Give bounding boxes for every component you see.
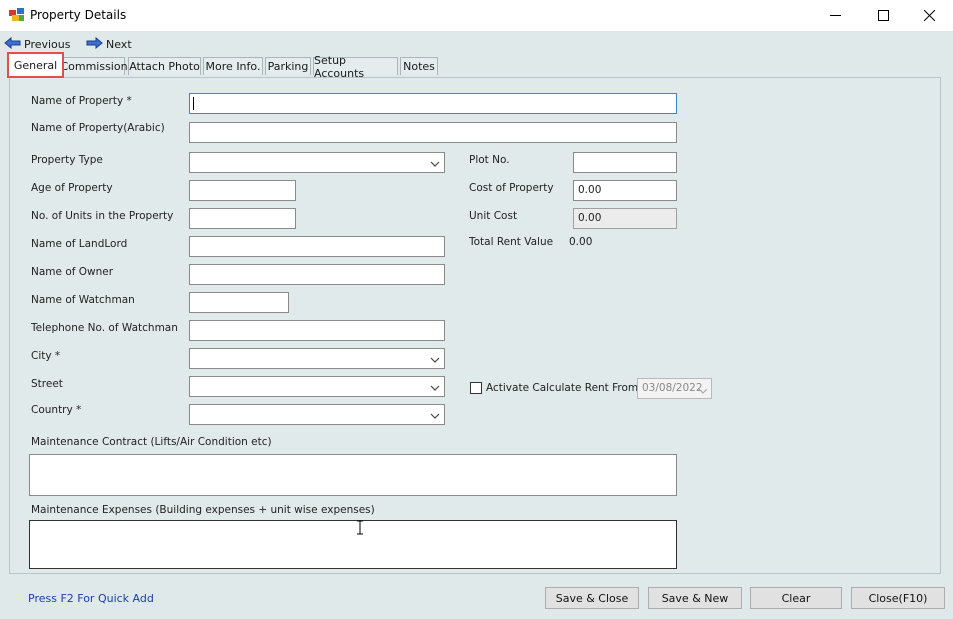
- activate-date-picker[interactable]: 03/08/2022: [637, 378, 712, 399]
- activate-date-value: 03/08/2022: [642, 382, 703, 394]
- age-of-property-input[interactable]: [189, 180, 296, 201]
- chevron-down-icon: [430, 354, 440, 363]
- name-of-watchman-input[interactable]: [189, 292, 289, 313]
- cost-of-property-input[interactable]: 0.00: [573, 180, 677, 201]
- plot-no-input[interactable]: [573, 152, 677, 173]
- next-label: Next: [106, 37, 132, 51]
- next-arrow-icon: [86, 36, 103, 52]
- street-select[interactable]: [189, 376, 445, 397]
- maintenance-expenses-textarea[interactable]: [29, 520, 677, 569]
- save-close-button[interactable]: Save & Close: [545, 587, 639, 609]
- label-no-of-units: No. of Units in the Property: [31, 210, 174, 222]
- telephone-watchman-input[interactable]: [189, 320, 445, 341]
- maintenance-contract-textarea[interactable]: [29, 454, 677, 496]
- label-age-of-property: Age of Property: [31, 182, 113, 194]
- chevron-down-icon: [430, 382, 440, 391]
- name-of-landlord-input[interactable]: [189, 236, 445, 257]
- tab-attach-photo[interactable]: Attach Photo: [128, 57, 201, 75]
- app-icon: [9, 8, 25, 22]
- window-title: Property Details: [30, 8, 127, 22]
- chevron-down-icon: [430, 158, 440, 167]
- text-cursor-icon: [356, 520, 364, 538]
- label-total-rent-value: Total Rent Value: [469, 236, 554, 248]
- previous-arrow-icon: [4, 36, 21, 52]
- label-name-of-landlord: Name of LandLord: [31, 238, 128, 250]
- label-telephone-watchman: Telephone No. of Watchman: [31, 322, 178, 334]
- chevron-down-icon: [698, 385, 708, 398]
- activate-calc-rent-checkbox[interactable]: [470, 382, 482, 394]
- no-of-units-input[interactable]: [189, 208, 296, 229]
- tab-general[interactable]: General: [7, 52, 64, 78]
- label-name-of-property: Name of Property *: [31, 95, 132, 107]
- unit-cost-input: 0.00: [573, 208, 677, 229]
- chevron-down-icon: [430, 410, 440, 419]
- name-of-owner-input[interactable]: [189, 264, 445, 285]
- label-activate-calc-rent: Activate Calculate Rent From: [486, 382, 639, 394]
- label-street: Street: [31, 378, 63, 390]
- label-plot-no: Plot No.: [469, 154, 510, 166]
- city-select[interactable]: [189, 348, 445, 369]
- save-new-button[interactable]: Save & New: [648, 587, 742, 609]
- unit-cost-value: 0.00: [578, 212, 602, 224]
- name-of-property-arabic-input[interactable]: [189, 122, 677, 143]
- text-caret: [193, 97, 194, 110]
- name-of-property-input[interactable]: [189, 93, 677, 114]
- label-maintenance-expenses: Maintenance Expenses (Building expenses …: [31, 504, 375, 516]
- country-select[interactable]: [189, 404, 445, 425]
- minimize-button[interactable]: [812, 0, 858, 31]
- quick-add-link[interactable]: Press F2 For Quick Add: [28, 592, 154, 605]
- label-maintenance-contract: Maintenance Contract (Lifts/Air Conditio…: [31, 436, 272, 448]
- clear-button[interactable]: Clear: [750, 587, 842, 609]
- close-window-button[interactable]: [906, 0, 952, 31]
- title-bar: [0, 0, 953, 32]
- label-cost-of-property: Cost of Property: [469, 182, 554, 194]
- label-name-of-watchman: Name of Watchman: [31, 294, 135, 306]
- previous-label: Previous: [24, 37, 71, 51]
- cost-of-property-value: 0.00: [578, 184, 602, 196]
- label-city: City *: [31, 350, 61, 362]
- property-type-select[interactable]: [189, 152, 445, 173]
- label-name-of-owner: Name of Owner: [31, 266, 114, 278]
- maximize-button[interactable]: [860, 0, 906, 31]
- label-country: Country *: [31, 404, 82, 416]
- next-button[interactable]: Next: [86, 36, 132, 52]
- tab-more-info[interactable]: More Info.: [203, 57, 263, 75]
- previous-button[interactable]: Previous: [4, 36, 71, 52]
- label-name-of-property-arabic: Name of Property(Arabic): [31, 122, 165, 134]
- label-property-type: Property Type: [31, 154, 103, 166]
- tab-parking[interactable]: Parking: [265, 57, 311, 75]
- tab-commission[interactable]: Commission: [60, 57, 128, 75]
- tab-setup-accounts[interactable]: Setup Accounts: [313, 54, 398, 80]
- label-unit-cost: Unit Cost: [469, 210, 518, 222]
- close-button[interactable]: Close(F10): [851, 587, 945, 609]
- tab-notes[interactable]: Notes: [400, 57, 438, 75]
- total-rent-value-amount: 0.00: [569, 236, 593, 248]
